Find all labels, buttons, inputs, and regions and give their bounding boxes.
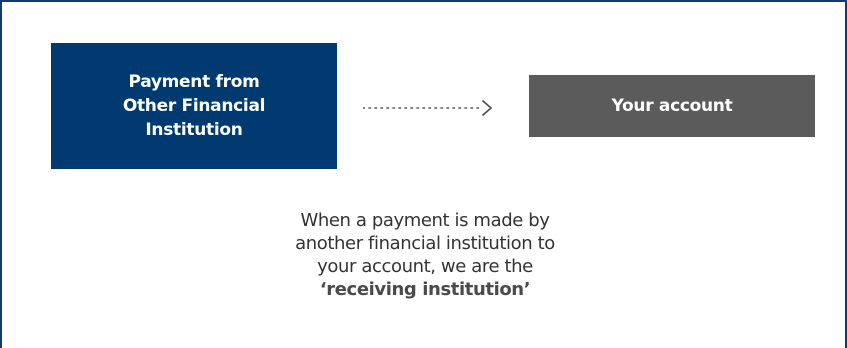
source-box-label: Payment from Other Financial Institution (122, 72, 266, 140)
dotted-arrow-right-icon (363, 100, 492, 116)
target-box-label: Your account (611, 96, 733, 116)
source-box: Payment from Other Financial Institution (51, 43, 337, 169)
caption-line: your account, we are the (317, 256, 533, 277)
diagram-frame: Payment from Other Financial Institution… (0, 0, 847, 348)
caption: When a payment is made by another financ… (252, 209, 598, 301)
caption-line: another financial institution to (295, 233, 555, 254)
caption-line: When a payment is made by (300, 210, 550, 231)
target-box: Your account (529, 75, 815, 137)
caption-emphasis: ‘receiving institution’ (319, 279, 531, 300)
